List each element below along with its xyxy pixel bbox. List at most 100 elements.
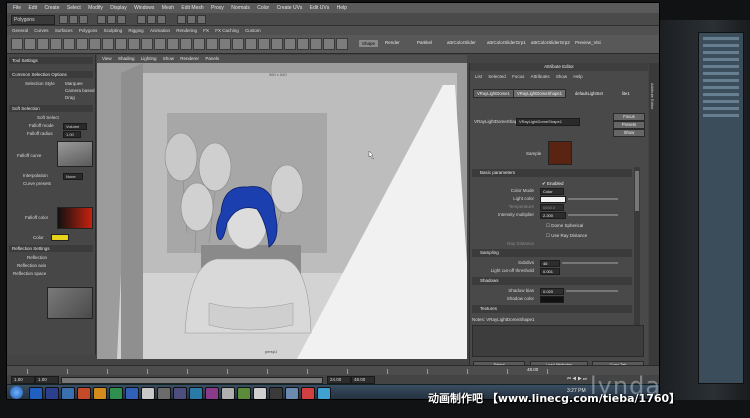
shelf-tool-icon[interactable] [76,38,88,50]
shelf-tool-icon[interactable] [258,38,270,50]
app-icon[interactable] [61,387,75,399]
save-scene-icon[interactable] [79,15,88,24]
playback-controls[interactable]: ⏮ ◀ ▶ ⏭ [567,376,587,381]
focus-button[interactable]: Focus [613,113,645,121]
open-scene-icon[interactable] [69,15,78,24]
shelf-tab-rigging[interactable]: Rigging [128,28,143,33]
shelf-tab-custom[interactable]: Custom [245,28,261,33]
ae-menu-attributes[interactable]: Attributes [531,74,550,79]
app-icon[interactable] [141,387,155,399]
shelf-button-attrcolorslidergrp1[interactable]: attrColorSliderGrp1 [487,40,526,45]
camera-based-option[interactable]: Camera based [65,88,95,93]
shelf-tool-icon[interactable] [310,38,322,50]
shelf-tool-icon[interactable] [115,38,127,50]
notes-textarea[interactable] [472,325,644,357]
light-color-slider[interactable] [568,198,618,200]
viewport-menu-view[interactable]: View [102,56,112,61]
shelf-button-shape[interactable]: Shape [359,40,379,47]
app-icon[interactable] [189,387,203,399]
shelf-tab-sculpting[interactable]: Sculpting [104,28,123,33]
menu-item-create-uvs[interactable]: Create UVs [277,5,303,11]
shelf-tool-icon[interactable] [336,38,348,50]
app-icon[interactable] [253,387,267,399]
shadow-bias-field[interactable]: 0.020 [540,288,564,295]
show-button[interactable]: Show [613,129,645,137]
shelf-tool-icon[interactable] [193,38,205,50]
perspective-viewport[interactable]: View Shading Lighting Show Renderer Pane… [97,55,467,359]
menu-item-mesh[interactable]: Mesh [162,5,174,11]
menu-item-edit[interactable]: Edit [28,5,37,11]
marquee-option[interactable]: Marquee [65,81,83,86]
shelf-tool-icon[interactable] [271,38,283,50]
cutoff-threshold-field[interactable]: 0.001 [540,268,560,275]
shelf-tool-icon[interactable] [37,38,49,50]
color-mode-dropdown[interactable]: Color [540,188,564,195]
ae-menu-selected[interactable]: Selected [488,74,506,79]
subdivs-field[interactable]: 46 [540,260,560,267]
viewport-menu-show[interactable]: Show [163,56,174,61]
shelf-button-render[interactable]: Render [385,40,400,45]
shelf-tool-icon[interactable] [89,38,101,50]
node-tab-light-set[interactable]: defaultLightSet [571,89,607,98]
menu-item-create[interactable]: Create [44,5,59,11]
start-time-field[interactable]: 1.00 [11,376,35,384]
app-icon[interactable] [157,387,171,399]
ae-menu-list[interactable]: List [475,74,482,79]
snap-grid-icon[interactable] [137,15,146,24]
range-slider-bar[interactable] [61,377,323,384]
interpolation-dropdown[interactable]: None [63,173,83,180]
mode-selector[interactable]: Polygons [11,15,55,25]
scrollbar-thumb[interactable] [635,171,639,211]
end-time-field[interactable]: 48.00 [351,376,375,384]
menu-item-file[interactable]: File [13,5,21,11]
temperature-field[interactable]: 6500.0 [540,204,564,211]
menu-item-display[interactable]: Display [110,5,126,11]
reflection-checkbox[interactable]: Reflection [27,255,47,260]
common-selection-header[interactable]: Common Selection Options [9,71,93,78]
shelf-tool-icon[interactable] [154,38,166,50]
browser-icon[interactable] [125,387,139,399]
menu-item-edit-uvs[interactable]: Edit UVs [310,5,329,11]
shelf-tab-surfaces[interactable]: Surfaces [55,28,73,33]
side-tab-attribute-editor[interactable]: Attribute Editor [650,83,655,109]
premiere-icon[interactable] [45,387,59,399]
use-ray-distance-checkbox[interactable]: ☐ Use Ray Distance [546,233,587,239]
shelf-tab-general[interactable]: General [12,28,28,33]
app-icon[interactable] [285,387,299,399]
drag-option[interactable]: Drag [65,95,75,100]
shadows-section[interactable]: Shadows [472,277,632,285]
shelf-tool-icon[interactable] [284,38,296,50]
shadow-color-swatch[interactable] [540,296,564,303]
viewport-menu-panels[interactable]: Panels [205,56,219,61]
shelf-tool-icon[interactable] [24,38,36,50]
shelf-tool-icon[interactable] [323,38,335,50]
ipr-render-icon[interactable] [187,15,196,24]
ae-menu-show[interactable]: Show [556,74,567,79]
folder-icon[interactable] [93,387,107,399]
start-button-icon[interactable] [10,386,23,399]
falloff-color-ramp[interactable] [57,207,93,229]
photoshop-icon[interactable] [29,387,43,399]
shelf-tool-icon[interactable] [63,38,75,50]
shelf-tab-fx-caching[interactable]: FX Caching [215,28,239,33]
node-tab-dome[interactable]: VRayLightDome1 [473,89,514,98]
subdivs-slider[interactable] [562,262,618,264]
menu-item-edit-mesh[interactable]: Edit Mesh [181,5,203,11]
select-object-icon[interactable] [107,15,116,24]
app-icon[interactable] [77,387,91,399]
soft-selection-header[interactable]: Soft Selection [9,105,93,112]
falloff-radius-field[interactable]: 1.00 [63,131,81,138]
snap-curve-icon[interactable] [147,15,156,24]
shelf-tab-fx[interactable]: FX [203,28,209,33]
shelf-tool-icon[interactable] [245,38,257,50]
intensity-slider[interactable] [568,214,618,216]
sampling-section[interactable]: Sampling [472,249,632,257]
app-icon[interactable] [237,387,251,399]
render-current-icon[interactable] [177,15,186,24]
light-color-swatch[interactable] [540,196,566,203]
falloff-mode-dropdown[interactable]: Volume [63,123,87,130]
reflection-settings-header[interactable]: Reflection Settings [9,245,93,252]
menu-item-help[interactable]: Help [337,5,347,11]
ae-menu-focus[interactable]: Focus [512,74,524,79]
menu-item-modify[interactable]: Modify [88,5,103,11]
